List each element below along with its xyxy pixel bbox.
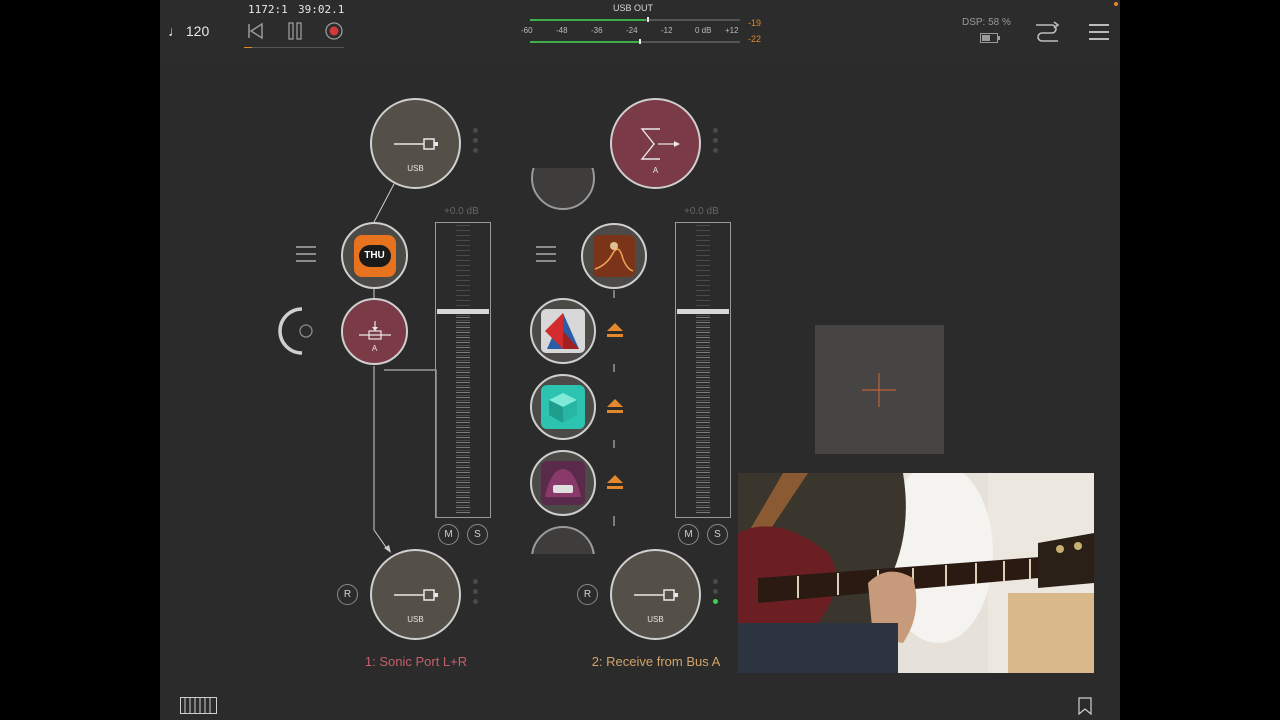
- plugin-eject-button[interactable]: [606, 398, 623, 414]
- plugin-filter-node[interactable]: [581, 223, 647, 289]
- channel1-fader[interactable]: [435, 222, 491, 518]
- channel1-name[interactable]: 1: Sonic Port L+R: [340, 654, 492, 669]
- eject-icon: [607, 323, 623, 337]
- channel2-output-label: USB: [647, 615, 664, 624]
- plugin-thu-node[interactable]: THU: [341, 222, 408, 289]
- channel2-input-dots: [713, 128, 719, 158]
- plugin-purple-node[interactable]: [530, 450, 596, 516]
- plugin-eject-button[interactable]: [606, 322, 623, 338]
- channel1-mute-button[interactable]: M: [438, 524, 459, 545]
- channel1-record-button[interactable]: R: [337, 584, 358, 605]
- channel2-output-dots: [713, 579, 719, 609]
- plugin-eject-button[interactable]: [606, 474, 623, 490]
- keyboard-icon: [180, 697, 217, 714]
- channel1-output-dots: [473, 579, 479, 609]
- channel1-solo-button[interactable]: S: [467, 524, 488, 545]
- eject-icon: [607, 475, 623, 489]
- channel1-input-label: USB: [407, 164, 424, 173]
- channel2-output-node[interactable]: USB: [610, 549, 701, 640]
- channel2-input-label: A: [652, 166, 659, 175]
- filter-curve-icon: [593, 235, 635, 277]
- channel1-input-dots: [473, 128, 479, 158]
- send-knob[interactable]: [278, 305, 318, 357]
- usb-icon: [633, 588, 678, 601]
- bus-sum-icon: [640, 127, 680, 160]
- plus-icon: [862, 373, 896, 407]
- channel1-send-label: A: [371, 344, 378, 353]
- channel1-output-node[interactable]: USB: [370, 549, 461, 640]
- channel2-scroll-stub-top: [531, 168, 597, 214]
- camera-overlay: [738, 473, 1094, 673]
- channel1-fader-cap[interactable]: [437, 309, 489, 314]
- eject-icon: [607, 399, 623, 413]
- keyboard-button[interactable]: [180, 697, 218, 720]
- channel2-fader-cap[interactable]: [677, 309, 729, 314]
- thu-logo-text: THU: [358, 244, 391, 267]
- channel2-fader-db: +0.0 dB: [684, 206, 719, 217]
- channel2-fader[interactable]: [675, 222, 731, 518]
- plugin-cube-node[interactable]: [530, 374, 596, 440]
- channel2-fx-handle[interactable]: [536, 246, 556, 267]
- thu-logo-icon: THU: [353, 234, 396, 277]
- plugin-red-triangle-node[interactable]: [530, 298, 596, 364]
- channel1-fx-handle[interactable]: [296, 246, 316, 267]
- channel2-record-button[interactable]: R: [577, 584, 598, 605]
- add-channel-button[interactable]: [815, 325, 944, 454]
- channel1-fader-db: +0.0 dB: [444, 206, 479, 217]
- teal-cube-icon: [541, 385, 585, 429]
- channel1-send-node[interactable]: A: [341, 298, 408, 365]
- bookmark-button[interactable]: [1078, 697, 1092, 720]
- guitar-player-photo: [738, 473, 1094, 673]
- send-icon: [358, 320, 391, 340]
- usb-icon: [393, 588, 438, 601]
- channel2-scroll-stub-bottom: [531, 526, 597, 554]
- channel1-input-node[interactable]: USB: [370, 98, 461, 189]
- channel2-name[interactable]: 2: Receive from Bus A: [580, 654, 732, 669]
- purple-fader-icon: [541, 461, 585, 505]
- channel2-solo-button[interactable]: S: [707, 524, 728, 545]
- channel2-mute-button[interactable]: M: [678, 524, 699, 545]
- app-window: ♩ 120 1172:1 39:02.1 USB OUT -60 -48 -36…: [160, 0, 1120, 720]
- bookmark-icon: [1078, 697, 1092, 716]
- red-blue-triangle-icon: [541, 309, 585, 353]
- channel1-output-label: USB: [407, 615, 424, 624]
- usb-icon: [393, 137, 438, 150]
- channel2-input-node[interactable]: A: [610, 98, 701, 189]
